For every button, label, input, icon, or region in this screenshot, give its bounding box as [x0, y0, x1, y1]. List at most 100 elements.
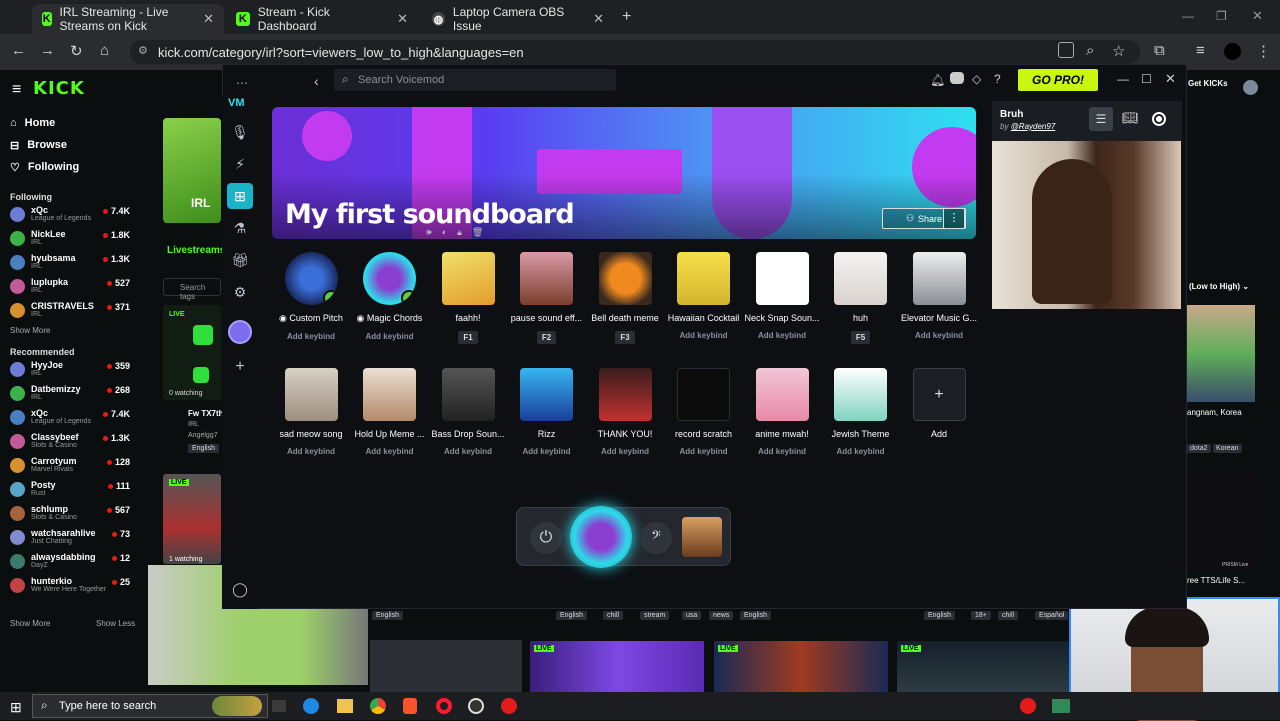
tag-icon[interactable]: ◇ — [972, 72, 981, 86]
voicemod-search-input[interactable]: ⌕ Search Voicemod — [334, 69, 616, 91]
volume-icon[interactable]: 🕪︎ — [426, 227, 432, 241]
close-window-icon[interactable]: ✕ — [1252, 8, 1263, 24]
sound-thumbnail[interactable] — [284, 252, 338, 305]
channel-item[interactable]: schlump Slots & Casino 567 — [0, 501, 140, 525]
reload-icon[interactable]: ↻ — [70, 42, 83, 60]
new-tab-icon[interactable]: + — [622, 8, 631, 26]
sound-thumbnail[interactable] — [677, 252, 730, 305]
bookmark-star-icon[interactable]: ☆ — [1112, 42, 1125, 60]
stream-tag[interactable]: English — [556, 611, 587, 620]
extensions-icon[interactable]: ⧉ — [1154, 42, 1165, 59]
close-tab-icon[interactable]: ✕ — [203, 11, 214, 27]
sound-thumbnail[interactable] — [284, 368, 338, 421]
widget-icon[interactable] — [212, 696, 262, 716]
profile-avatar[interactable] — [1224, 43, 1241, 60]
home-icon[interactable]: ⌂ — [100, 42, 109, 59]
nav-home[interactable]: ⌂ Home — [0, 112, 140, 134]
search-tags-input[interactable]: Search tags — [163, 278, 221, 301]
sound-tile[interactable]: anime mwah! Add keybind — [752, 368, 812, 456]
keybind-label[interactable]: Add keybind — [836, 447, 884, 456]
get-kicks-button[interactable]: Get KICKs — [1188, 79, 1228, 88]
channel-item[interactable]: CRISTRAVELS IRL 371 — [0, 298, 140, 322]
channel-item[interactable]: Posty Rust 111 — [0, 477, 140, 501]
stream-tag[interactable]: Español — [1035, 611, 1069, 620]
hamburger-icon[interactable]: ≡ — [12, 81, 21, 99]
channel-item[interactable]: alwaysdabbing DayZ 12 — [0, 549, 140, 573]
stream-card-2[interactable]: LIVE 1 watching — [163, 474, 221, 564]
close-tab-icon[interactable]: ✕ — [397, 11, 408, 27]
stream-tag[interactable]: English — [924, 611, 955, 620]
more-options-icon[interactable]: ⋮ — [943, 208, 965, 229]
tab-irl-streaming[interactable]: K IRL Streaming - Live Streams on Kick ✕ — [32, 4, 224, 34]
sound-thumbnail[interactable] — [834, 368, 887, 421]
keybind-label[interactable]: Add keybind — [915, 331, 963, 340]
channel-item[interactable]: Carrotyum Marvel Rivals 128 — [0, 453, 140, 477]
url-input[interactable]: ⚙ kick.com/category/irl?sort=viewers_low… — [130, 40, 1140, 64]
tray-app-icon[interactable] — [1020, 698, 1036, 714]
current-sound-thumb[interactable] — [682, 517, 722, 557]
obs-icon[interactable] — [468, 698, 484, 714]
gift-icon[interactable]: 🎁︎ — [231, 252, 249, 270]
sound-tile[interactable]: Elevator Music G... Add keybind — [901, 252, 977, 340]
keybind-label[interactable]: F2 — [536, 331, 557, 344]
close-tab-icon[interactable]: ✕ — [593, 11, 604, 27]
nav-following[interactable]: ♡ Following — [0, 156, 140, 178]
keybind-label[interactable]: Add keybind — [365, 332, 413, 341]
show-more-recommended[interactable]: Show More — [10, 619, 50, 628]
stream-tag[interactable]: usa — [682, 611, 702, 620]
show-more-following[interactable]: Show More — [0, 326, 140, 335]
book-icon[interactable]: 📖︎ — [1122, 110, 1139, 126]
lightning-icon[interactable]: ⚡︎ — [231, 156, 249, 174]
vm-minimize-icon[interactable]: — — [1117, 72, 1129, 86]
add-sound-tile[interactable]: + Add — [909, 368, 969, 439]
chrome-icon[interactable] — [370, 698, 386, 714]
flask-icon[interactable]: ⚗︎ — [231, 220, 249, 238]
minimize-icon[interactable]: — — [1182, 9, 1194, 23]
settings-gear-icon[interactable]: ⚙︎ — [231, 284, 249, 302]
stream-tag[interactable]: news — [709, 611, 734, 620]
keybind-label[interactable]: Add keybind — [601, 447, 649, 456]
sound-thumbnail[interactable] — [755, 368, 809, 421]
sort-dropdown[interactable]: (Low to High) ⌄ — [1189, 282, 1249, 291]
edge-icon[interactable] — [303, 698, 319, 714]
vm-close-icon[interactable]: ✕ — [1165, 71, 1176, 87]
channel-item[interactable]: NickLee IRL 1.8K — [0, 226, 140, 250]
brave-icon[interactable] — [403, 698, 417, 714]
trash-icon[interactable]: 🗑︎ — [472, 227, 483, 241]
keybind-label[interactable]: Add keybind — [679, 331, 727, 340]
sound-thumbnail[interactable] — [363, 368, 416, 421]
sound-thumbnail[interactable] — [598, 368, 652, 421]
microphone-icon[interactable]: 🎙︎ — [231, 124, 249, 142]
bell-icon[interactable]: 🔔︎ — [930, 73, 945, 87]
sound-tile[interactable]: Neck Snap Soun... Add keybind — [744, 252, 820, 340]
sound-tile[interactable]: ◉ Magic Chords Add keybind — [357, 252, 422, 341]
sound-thumbnail[interactable] — [912, 252, 966, 305]
keybind-label[interactable]: Add keybind — [758, 331, 806, 340]
keybind-label[interactable]: Add keybind — [679, 447, 727, 456]
stream-tag[interactable]: English — [372, 611, 403, 620]
forward-icon[interactable]: → — [40, 42, 55, 59]
maximize-icon[interactable]: ❐ — [1216, 9, 1227, 23]
irl-category-card[interactable]: IRL — [163, 118, 221, 223]
tray-battery-icon[interactable] — [1052, 699, 1070, 713]
sound-tile[interactable]: sad meow song Add keybind — [279, 368, 343, 456]
power-button[interactable]: ⏻ — [530, 522, 562, 554]
sound-tile[interactable]: Hawaiian Cocktail Add keybind — [668, 252, 739, 340]
keybind-label[interactable]: Add keybind — [758, 447, 806, 456]
sound-tile[interactable]: Rizz Add keybind — [517, 368, 577, 456]
stream-thumb-b[interactable]: LIVE — [530, 641, 704, 692]
zoom-icon[interactable]: ⌕ — [1086, 42, 1094, 59]
add-app-icon[interactable]: + — [231, 358, 249, 376]
sound-tile[interactable]: Hold Up Meme ... Add keybind — [354, 368, 425, 456]
discord-icon[interactable] — [950, 72, 964, 84]
palette-icon[interactable]: ◐ — [442, 227, 447, 241]
channel-item[interactable]: watchsarahlive Just Chatting 73 — [0, 525, 140, 549]
sound-thumbnail[interactable] — [598, 252, 652, 305]
tab-kick-dashboard[interactable]: K Stream - Kick Dashboard ✕ — [226, 4, 418, 34]
soundboard-icon[interactable]: ⊞ — [227, 183, 253, 209]
stream-thumb-c[interactable]: LIVE — [714, 641, 888, 692]
sound-tile[interactable]: Jewish Theme Add keybind — [831, 368, 891, 456]
keybind-label[interactable]: Add keybind — [287, 332, 335, 341]
channel-item[interactable]: hyubsama IRL 1.3K — [0, 250, 140, 274]
stream-tag[interactable]: 18+ — [971, 611, 991, 620]
